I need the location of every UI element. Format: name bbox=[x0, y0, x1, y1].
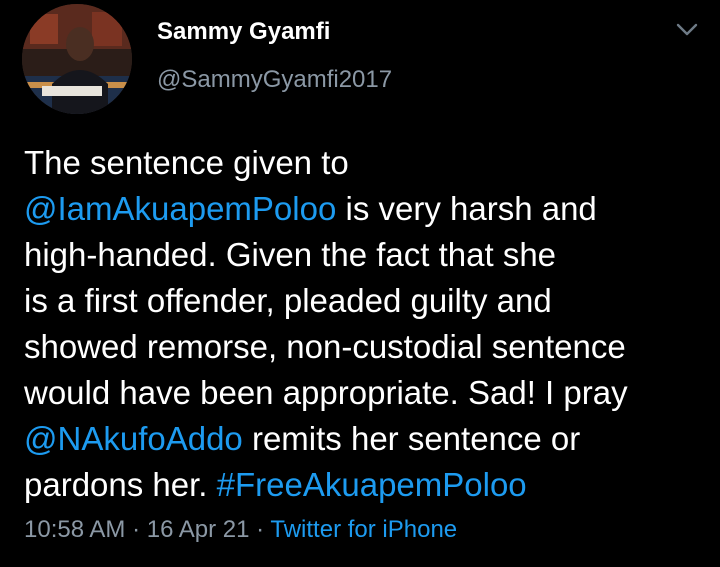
tweet-line: would have been appropriate. Sad! I pray bbox=[24, 370, 714, 416]
user-handle[interactable]: @SammyGyamfi2017 bbox=[157, 66, 392, 94]
tweet-meta: 10:58 AM · 16 Apr 21 · Twitter for iPhon… bbox=[24, 516, 457, 544]
meta-separator: · bbox=[125, 516, 147, 543]
meta-separator: · bbox=[249, 516, 271, 543]
tweet-text-segment: The sentence given to bbox=[24, 144, 349, 181]
tweet-time[interactable]: 10:58 AM bbox=[24, 516, 125, 543]
mention-link[interactable]: @NAkufoAddo bbox=[24, 420, 243, 457]
tweet-source[interactable]: Twitter for iPhone bbox=[270, 516, 457, 543]
tweet-line: showed remorse, non-custodial sentence bbox=[24, 324, 714, 370]
tweet-text: The sentence given to @IamAkuapemPoloo i… bbox=[24, 140, 714, 508]
avatar-image bbox=[22, 4, 132, 114]
tweet-text-segment: is very harsh and bbox=[336, 190, 597, 227]
hashtag-link[interactable]: #FreeAkuapemPoloo bbox=[217, 466, 527, 503]
tweet-card: Sammy Gyamfi @SammyGyamfi2017 The senten… bbox=[0, 0, 720, 567]
tweet-line: The sentence given to bbox=[24, 140, 714, 186]
display-name[interactable]: Sammy Gyamfi bbox=[157, 18, 330, 46]
tweet-date[interactable]: 16 Apr 21 bbox=[147, 516, 250, 543]
mention-link[interactable]: @IamAkuapemPoloo bbox=[24, 190, 336, 227]
chevron-down-icon[interactable] bbox=[675, 22, 699, 38]
tweet-text-segment: is a first offender, pleaded guilty and bbox=[24, 282, 552, 319]
tweet-text-segment: would have been appropriate. Sad! I pray bbox=[24, 374, 628, 411]
tweet-line: pardons her. #FreeAkuapemPoloo bbox=[24, 462, 714, 508]
tweet-line: high-handed. Given the fact that she bbox=[24, 232, 714, 278]
tweet-line: @NAkufoAddo remits her sentence or bbox=[24, 416, 714, 462]
avatar[interactable] bbox=[22, 4, 132, 114]
tweet-text-segment: high-handed. Given the fact that she bbox=[24, 236, 557, 273]
tweet-text-segment: showed remorse, non-custodial sentence bbox=[24, 328, 626, 365]
tweet-line: is a first offender, pleaded guilty and bbox=[24, 278, 714, 324]
tweet-line: @IamAkuapemPoloo is very harsh and bbox=[24, 186, 714, 232]
tweet-text-segment: pardons her. bbox=[24, 466, 217, 503]
tweet-text-segment: remits her sentence or bbox=[242, 420, 581, 457]
